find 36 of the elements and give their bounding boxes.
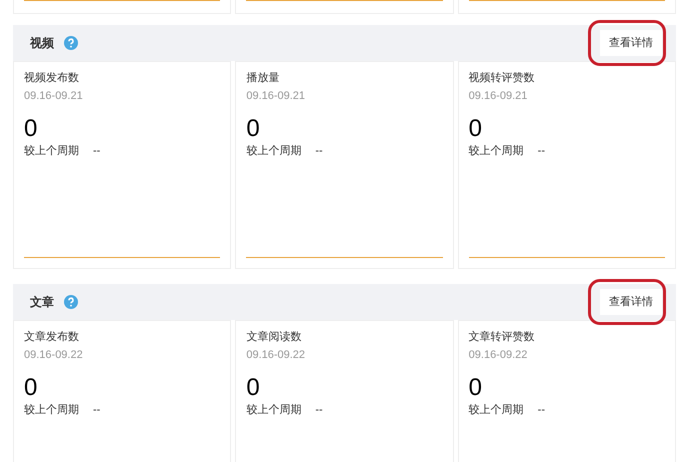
- compare-label: 较上个周期: [246, 403, 302, 417]
- stat-value: 0: [24, 375, 38, 401]
- card-title: 文章发布数: [24, 330, 80, 345]
- date-range: 09.16-09.22: [246, 348, 306, 363]
- date-range: 09.16-09.22: [24, 348, 84, 363]
- stat-value: 0: [468, 375, 482, 401]
- compare-value: --: [315, 403, 323, 417]
- section-title: 文章: [30, 294, 54, 311]
- date-range: 09.16-09.21: [246, 89, 306, 104]
- stat-value: 0: [24, 116, 38, 142]
- card-title: 视频转评赞数: [468, 71, 536, 86]
- compare-value: --: [93, 403, 100, 417]
- compare-value: --: [538, 403, 545, 417]
- stat-value: 0: [468, 116, 482, 142]
- compare-value: --: [538, 144, 545, 158]
- compare-label: 较上个周期: [246, 144, 302, 158]
- compare-value: --: [93, 144, 100, 158]
- compare-label: 较上个周期: [24, 403, 79, 417]
- help-icon: [64, 36, 78, 50]
- help-icon: [64, 295, 78, 309]
- card-title: 文章阅读数: [246, 330, 302, 345]
- card-title: 文章转评赞数: [468, 330, 536, 345]
- compare-label: 较上个周期: [468, 403, 524, 417]
- compare-value: --: [315, 144, 323, 158]
- view-details-button[interactable]: 查看详情: [600, 289, 662, 315]
- date-range: 09.16-09.21: [24, 89, 84, 104]
- date-range: 09.16-09.22: [468, 348, 528, 363]
- stat-value: 0: [246, 116, 260, 142]
- card-title: 播放量: [246, 71, 280, 86]
- stat-value: 0: [246, 375, 260, 401]
- section-title: 视频: [30, 35, 54, 52]
- compare-label: 较上个周期: [24, 144, 79, 158]
- card-title: 视频发布数: [24, 71, 80, 86]
- date-range: 09.16-09.21: [468, 89, 528, 104]
- view-details-button[interactable]: 查看详情: [600, 30, 662, 56]
- compare-label: 较上个周期: [468, 144, 524, 158]
